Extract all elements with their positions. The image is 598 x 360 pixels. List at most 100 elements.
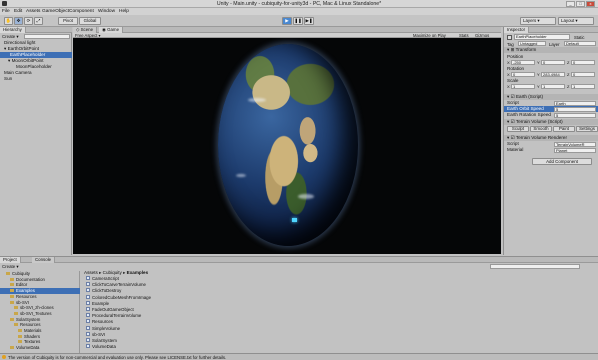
smooth-button[interactable]: Smooth: [530, 126, 552, 132]
folder-icon: [14, 311, 18, 315]
folder-icon: [18, 329, 22, 332]
scale-y-field[interactable]: 1: [541, 84, 565, 89]
project-file-label: SimpleVolume: [92, 325, 121, 331]
project-file-item[interactable]: VolumeData: [86, 344, 116, 350]
layout-dropdown[interactable]: Layout ▾: [558, 17, 594, 25]
folder-tree-label: Materials: [24, 328, 42, 333]
scale-x-field[interactable]: 1: [511, 84, 535, 89]
terrain-volume-header[interactable]: ▾ ☑ Terrain Volume (Script): [504, 119, 598, 125]
material-label: Material: [507, 147, 524, 152]
status-text: The version of Cubiquity is for non-comm…: [8, 355, 227, 360]
project-file-label: sb-SVI: [92, 331, 106, 337]
hierarchy-search-input[interactable]: [24, 34, 70, 39]
menu-help[interactable]: Help: [119, 9, 129, 14]
status-bar: The version of Cubiquity is for non-comm…: [0, 353, 598, 360]
material-field[interactable]: Planet: [554, 148, 596, 153]
rotation-z-field[interactable]: 0: [571, 72, 595, 77]
folder-tree-label: sb-SVI_zh-clones: [20, 305, 54, 311]
folder-tree-label: SolarSystem: [16, 316, 41, 322]
project-file-label: ClickToCarveTerrainVolume: [92, 282, 146, 288]
project-file-label: ProceduralTerrainVolume: [92, 313, 142, 319]
cloud: [298, 194, 314, 199]
menu-edit[interactable]: Edit: [14, 9, 22, 14]
position-x-field[interactable]: -250: [511, 60, 535, 65]
rotation-y-field[interactable]: 283.4984: [541, 72, 565, 77]
folder-icon: [6, 272, 10, 275]
tab-project[interactable]: Project: [0, 257, 21, 263]
tag-dropdown[interactable]: Untagged: [518, 41, 546, 46]
move-tool-icon[interactable]: ✥: [14, 17, 23, 25]
active-checkbox[interactable]: [507, 35, 512, 40]
project-folder-tree: Cubiquity Documentation Editor Examples Reso…: [0, 271, 80, 354]
project-file-label: CameraScript: [92, 276, 119, 281]
menu-file[interactable]: File: [2, 9, 10, 14]
project-search-input[interactable]: [490, 264, 580, 269]
play-icon[interactable]: ▶: [282, 17, 292, 25]
script-file-icon: [86, 338, 90, 342]
folder-tree-label: Documentation: [16, 276, 45, 282]
folder-tree-label: sb-SVI_Textures: [20, 310, 52, 316]
earth-rotation-speed-field[interactable]: 5: [554, 113, 596, 118]
project-file-label: FadeOutGameObject: [92, 307, 134, 312]
settings-button[interactable]: Settings: [576, 126, 598, 132]
breadcrumb-item[interactable]: Assets: [84, 270, 98, 275]
folder-icon: [10, 283, 14, 287]
scale-z-field[interactable]: 1: [571, 84, 595, 89]
step-icon[interactable]: ▶❚: [304, 17, 314, 25]
breadcrumb-item[interactable]: Cubiquity: [103, 270, 122, 275]
position-z-field[interactable]: 0: [571, 60, 595, 65]
menu-component[interactable]: Component: [69, 9, 94, 14]
earth-script-title: Earth (Script): [515, 94, 544, 99]
close-button[interactable]: x: [586, 1, 595, 7]
rotation-x-field[interactable]: 0: [511, 72, 535, 77]
folder-tree-item[interactable]: VolumeData: [0, 345, 80, 351]
scale-tool-icon[interactable]: ⤢: [34, 17, 43, 25]
folder-icon: [10, 289, 14, 293]
menu-window[interactable]: Window: [98, 9, 115, 14]
hierarchy-tab-bar: Hierarchy: [0, 27, 72, 33]
folder-icon: [18, 334, 22, 338]
breadcrumb-item[interactable]: Examples: [127, 270, 148, 275]
folder-tree-label: Cubiquity: [12, 271, 30, 276]
rotate-tool-icon[interactable]: ⟳: [24, 17, 33, 25]
inspector-tab-bar: Inspector: [504, 27, 598, 33]
earth-orbit-speed-field[interactable]: 5: [554, 107, 596, 112]
transform-header[interactable]: ▾ ⊞ Transform: [504, 47, 598, 53]
add-component-button[interactable]: Add Component: [532, 158, 592, 165]
renderer-script-field[interactable]: TerrainVolumeR: [554, 142, 596, 147]
layers-dropdown[interactable]: Layers ▾: [520, 17, 556, 25]
script-file-icon: [86, 325, 90, 330]
layer-dropdown[interactable]: Default: [564, 41, 596, 46]
layers-label: Layers: [523, 18, 537, 23]
tab-hierarchy[interactable]: Hierarchy: [0, 27, 26, 33]
project-create-button[interactable]: Create ▾: [2, 264, 19, 270]
static-checkbox[interactable]: Static: [574, 35, 584, 40]
sculpt-button[interactable]: Sculpt: [507, 126, 529, 132]
maximize-button[interactable]: □: [576, 1, 585, 7]
warning-icon: [2, 355, 6, 359]
minimize-button[interactable]: _: [566, 1, 575, 7]
project-file-label: ColoredCubeMeshFromImage: [92, 294, 152, 300]
hierarchy-item[interactable]: Sun: [0, 76, 72, 82]
tab-console[interactable]: Console: [32, 257, 56, 263]
folder-icon: [18, 340, 22, 344]
object-name-field[interactable]: EarthPlaceholder: [514, 34, 570, 40]
script-file-icon: [86, 331, 90, 336]
cloud: [248, 98, 266, 102]
position-y-field[interactable]: 0: [541, 60, 565, 65]
folder-tree-label: Editor: [16, 282, 28, 288]
rotation-row: X0 Y 283.4984 Z0: [507, 72, 597, 78]
game-viewport[interactable]: [73, 38, 501, 254]
script-file-icon: [86, 344, 90, 349]
pause-icon[interactable]: ❚❚: [293, 17, 303, 25]
tab-inspector[interactable]: Inspector: [504, 27, 530, 33]
menu-assets[interactable]: Assets: [26, 9, 40, 14]
pivot-toggle[interactable]: Pivot: [58, 17, 78, 25]
menu-gameobject[interactable]: GameObject: [42, 9, 69, 14]
global-toggle[interactable]: Global: [79, 17, 101, 25]
script-file-icon: [86, 307, 90, 311]
hand-tool-icon[interactable]: ✋: [4, 17, 13, 25]
folder-icon: [10, 300, 14, 304]
hierarchy-create-label: Create: [2, 34, 16, 39]
paint-button[interactable]: Paint: [553, 126, 575, 132]
